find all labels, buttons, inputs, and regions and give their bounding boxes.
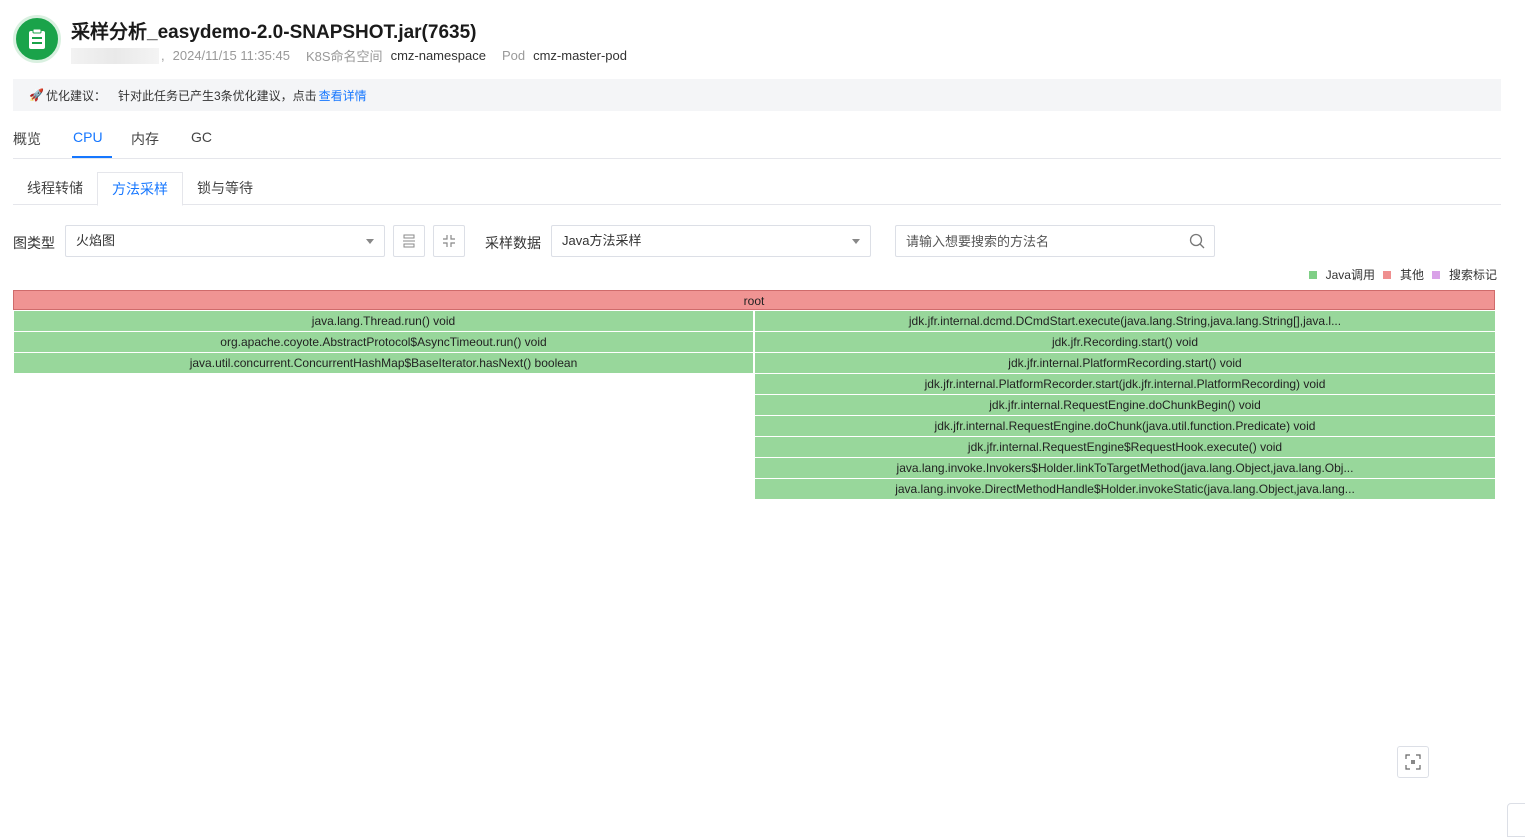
sample-data-select[interactable]: Java方法采样 (551, 225, 871, 257)
legend-label: 其他 (1399, 268, 1424, 282)
flame-frame[interactable]: java.lang.Thread.run() void (14, 311, 753, 331)
flame-frame[interactable]: org.apache.coyote.AbstractProtocol$Async… (14, 332, 753, 352)
chart-type-label: 图类型 (13, 235, 55, 251)
method-search-input[interactable] (906, 226, 1176, 256)
flame-graph: root java.lang.Thread.run() void org.apa… (13, 290, 1496, 510)
side-widget[interactable] (1507, 803, 1525, 837)
chevron-down-icon (366, 239, 374, 244)
expand-icon (403, 234, 415, 248)
fullscreen-icon (1405, 754, 1421, 770)
method-search (895, 225, 1215, 257)
flame-frame[interactable]: jdk.jfr.Recording.start() void (755, 332, 1495, 352)
flame-frame[interactable]: java.lang.invoke.DirectMethodHandle$Hold… (755, 479, 1495, 499)
tab-overview[interactable]: 概览 (13, 129, 41, 149)
chevron-down-icon (852, 239, 860, 244)
collapse-icon (443, 235, 455, 247)
chart-type-select[interactable]: 火焰图 (65, 225, 385, 257)
flame-frame-root[interactable]: root (13, 290, 1495, 310)
view-details-link[interactable]: 查看详情 (319, 87, 367, 104)
flame-frame[interactable]: java.lang.invoke.Invokers$Holder.linkToT… (755, 458, 1495, 478)
search-icon[interactable] (1189, 233, 1205, 249)
chart-type-value: 火焰图 (76, 233, 116, 248)
legend-label: 搜索标记 (1448, 268, 1497, 282)
legend-item-other: 其他 (1382, 266, 1424, 283)
page-title: 采样分析_easydemo-2.0-SNAPSHOT.jar(7635) (71, 22, 477, 43)
legend-item-java: Java调用 (1308, 266, 1375, 283)
sub-tabs: 线程转储 方法采样 锁与等待 (13, 172, 1501, 206)
namespace-label: K8S命名空间 (305, 49, 383, 64)
subtab-thread-dump[interactable]: 线程转储 (13, 172, 97, 205)
task-date: 2024/11/15 11:35:45 (172, 48, 290, 63)
task-meta: , 2024/11/15 11:35:45 K8S命名空间 cmz-namesp… (71, 46, 643, 65)
fullscreen-button[interactable] (1397, 746, 1429, 778)
flame-frame[interactable]: jdk.jfr.internal.RequestEngine.doChunkBe… (755, 395, 1495, 415)
pod-label: Pod (501, 48, 526, 63)
optimization-suggestion-bar: 🚀 优化建议： 针对此任务已产生3条优化建议，点击 查看详情 (13, 79, 1501, 111)
redacted-text (71, 47, 159, 64)
legend-swatch (1308, 270, 1317, 279)
flame-legend: Java调用 其他 搜索标记 (1301, 266, 1497, 283)
flame-frame[interactable]: jdk.jfr.internal.PlatformRecorder.start(… (755, 374, 1495, 394)
subtab-lock-wait[interactable]: 锁与等待 (183, 172, 267, 205)
suggestion-text: 针对此任务已产生3条优化建议，点击 (117, 88, 317, 103)
rocket-icon: 🚀 (29, 88, 44, 102)
legend-label: Java调用 (1325, 268, 1375, 282)
flame-frame[interactable]: jdk.jfr.internal.RequestEngine.doChunk(j… (755, 416, 1495, 436)
pod-value: cmz-master-pod (533, 48, 627, 63)
flame-frame[interactable]: java.util.concurrent.ConcurrentHashMap$B… (14, 353, 753, 373)
namespace-value: cmz-namespace (390, 48, 486, 63)
expand-button[interactable] (393, 225, 425, 257)
sample-data-value: Java方法采样 (562, 233, 642, 248)
suggestion-label: 优化建议： (45, 88, 106, 103)
legend-item-search: 搜索标记 (1431, 266, 1497, 283)
flame-frame[interactable]: jdk.jfr.internal.PlatformRecording.start… (755, 353, 1495, 373)
legend-swatch (1431, 270, 1440, 279)
tab-memory[interactable]: 内存 (131, 129, 159, 149)
subtab-method-sampling[interactable]: 方法采样 (97, 172, 183, 206)
legend-swatch (1382, 270, 1391, 279)
meta-separator: , (161, 48, 165, 63)
tab-gc[interactable]: GC (191, 129, 212, 145)
task-icon (13, 15, 61, 63)
flame-frame[interactable]: jdk.jfr.internal.RequestEngine$RequestHo… (755, 437, 1495, 457)
collapse-button[interactable] (433, 225, 465, 257)
active-tab-indicator (72, 156, 112, 158)
flame-frame[interactable]: jdk.jfr.internal.dcmd.DCmdStart.execute(… (755, 311, 1495, 331)
main-tabs: 概览 CPU 内存 GC (13, 120, 1501, 159)
tab-cpu[interactable]: CPU (73, 129, 103, 145)
sample-data-label: 采样数据 (485, 235, 541, 251)
page-header: 采样分析_easydemo-2.0-SNAPSHOT.jar(7635) , 2… (13, 15, 1503, 65)
